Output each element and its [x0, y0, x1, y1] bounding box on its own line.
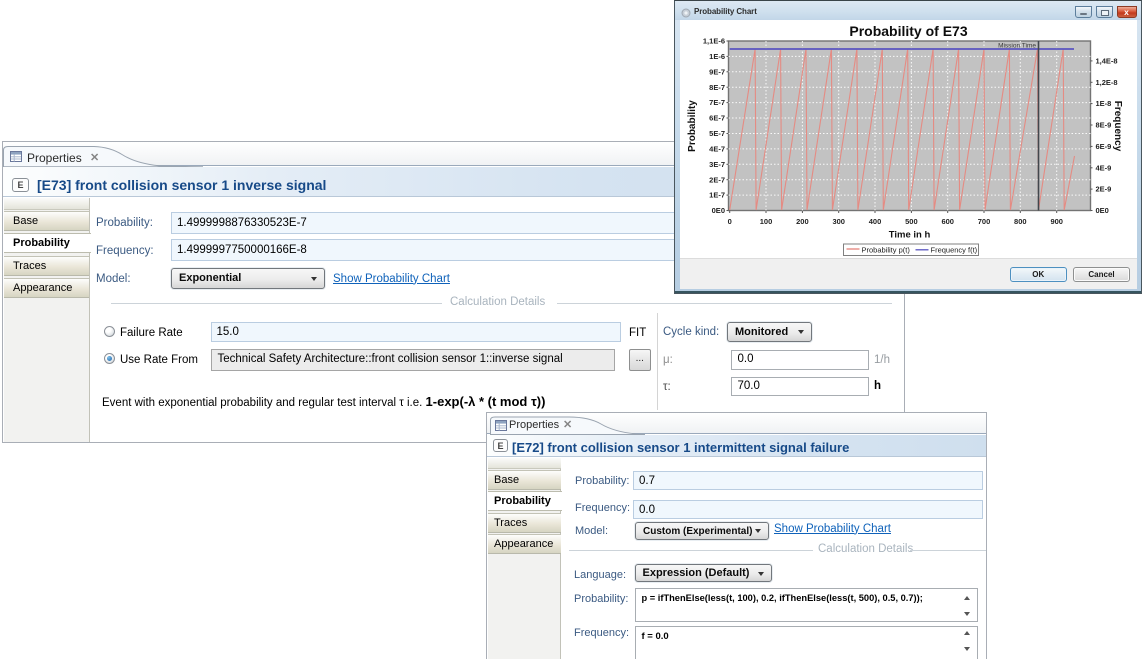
svg-text:700: 700 — [978, 217, 991, 226]
svg-text:200: 200 — [796, 217, 809, 226]
svg-text:3E-7: 3E-7 — [709, 160, 725, 169]
svg-text:Probability of E73: Probability of E73 — [849, 23, 967, 39]
svg-text:1E-6: 1E-6 — [709, 52, 725, 61]
svg-text:2E-7: 2E-7 — [709, 175, 725, 184]
svg-text:600: 600 — [941, 217, 954, 226]
svg-text:5E-7: 5E-7 — [709, 129, 725, 138]
svg-text:Probability: Probability — [687, 100, 698, 152]
svg-text:Frequency: Frequency — [1112, 101, 1123, 152]
svg-text:0: 0 — [728, 217, 732, 226]
svg-text:0E0: 0E0 — [712, 206, 725, 215]
svg-text:1E-8: 1E-8 — [1096, 99, 1112, 108]
svg-text:400: 400 — [869, 217, 882, 226]
svg-text:2E-9: 2E-9 — [1096, 185, 1112, 194]
svg-text:Mission Time: Mission Time — [998, 43, 1036, 50]
svg-text:500: 500 — [905, 217, 918, 226]
svg-text:6E-7: 6E-7 — [709, 114, 725, 123]
svg-text:8E-9: 8E-9 — [1096, 121, 1112, 130]
svg-text:1,4E-8: 1,4E-8 — [1096, 57, 1118, 66]
svg-text:900: 900 — [1050, 217, 1063, 226]
svg-text:Frequency f(t): Frequency f(t) — [931, 246, 978, 255]
svg-text:9E-7: 9E-7 — [709, 67, 725, 76]
svg-text:800: 800 — [1014, 217, 1027, 226]
svg-text:8E-7: 8E-7 — [709, 83, 725, 92]
svg-text:100: 100 — [760, 217, 773, 226]
svg-text:1,1E-6: 1,1E-6 — [703, 37, 725, 46]
svg-text:Probability p(t): Probability p(t) — [862, 246, 911, 255]
svg-text:1,2E-8: 1,2E-8 — [1096, 78, 1118, 87]
svg-text:Time in h: Time in h — [889, 230, 931, 241]
svg-text:4E-9: 4E-9 — [1096, 163, 1112, 172]
svg-text:1E-7: 1E-7 — [709, 191, 725, 200]
svg-text:4E-7: 4E-7 — [709, 145, 725, 154]
svg-text:7E-7: 7E-7 — [709, 98, 725, 107]
svg-text:6E-9: 6E-9 — [1096, 142, 1112, 151]
svg-text:300: 300 — [832, 217, 845, 226]
svg-text:0E0: 0E0 — [1096, 206, 1109, 215]
